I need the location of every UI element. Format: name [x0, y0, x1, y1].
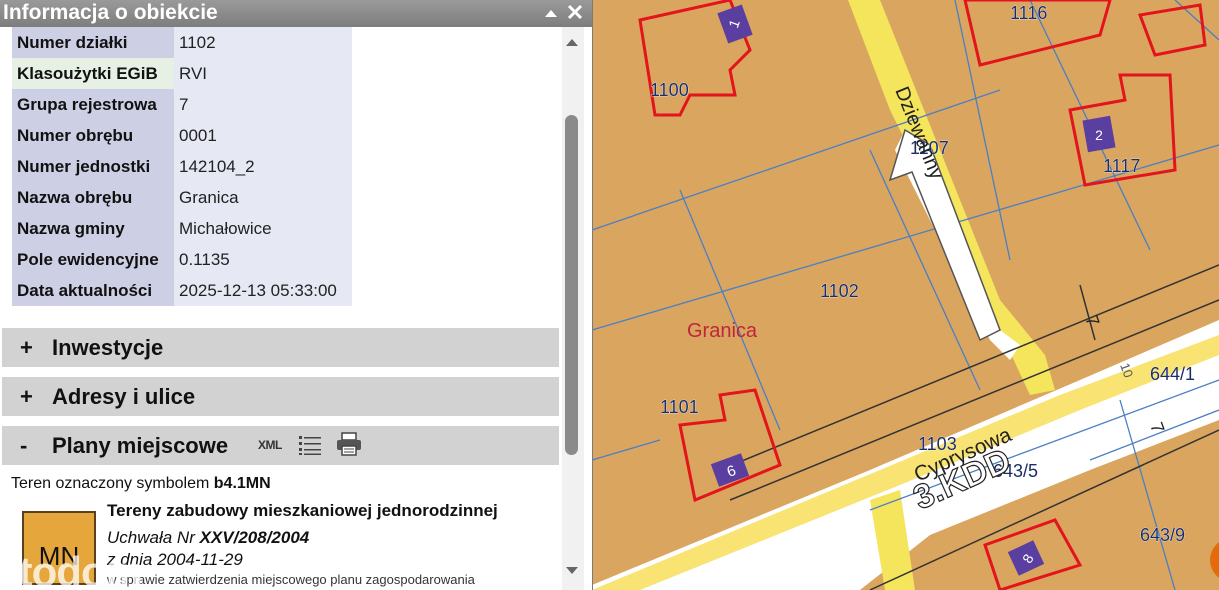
attribute-value: 1102	[174, 27, 352, 58]
collapse-section-icon: -	[20, 433, 28, 458]
attribute-value: 7	[174, 89, 352, 120]
place-label: Granica	[687, 320, 758, 342]
resolution-number[interactable]: XXV/208/2004	[200, 528, 310, 547]
xml-export-icon[interactable]: XML	[258, 438, 282, 452]
section-label: Inwestycje	[52, 335, 164, 360]
close-icon[interactable]	[566, 3, 584, 21]
attribute-row: Nazwa gminy Michałowice	[12, 213, 352, 244]
attribute-label: Nazwa gminy	[12, 213, 174, 244]
collapse-icon[interactable]	[543, 5, 559, 21]
expand-icon: +	[20, 335, 33, 360]
plan-symbol: b4.1MN	[213, 475, 271, 492]
building-number: 2	[1095, 127, 1103, 143]
attribute-label: Numer jednostki	[12, 151, 174, 182]
panel-body: Numer działki 1102 Klasoużytki EGiB RVI …	[0, 27, 562, 590]
resolution-line: Uchwała Nr XXV/208/2004	[107, 528, 309, 548]
attribute-row: Nazwa obrębu Granica	[12, 182, 352, 213]
attribute-value: 0.1135	[174, 244, 352, 275]
scroll-up-icon[interactable]	[566, 39, 578, 46]
parcel-label: 643/9	[1140, 525, 1185, 545]
attribute-value: 142104_2	[174, 151, 352, 182]
parcel-label: 1116	[1010, 3, 1047, 23]
attribute-row: Numer obrębu 0001	[12, 120, 352, 151]
attribute-value: 2025-12-13 05:33:00	[174, 275, 352, 306]
attribute-label: Pole ewidencyjne	[12, 244, 174, 275]
section-inwestycje[interactable]: + Inwestycje	[2, 328, 559, 367]
panel-header: Informacja o obiekcie	[0, 0, 592, 27]
panel-title: Informacja o obiekcie	[3, 1, 218, 24]
attribute-label: Nazwa obrębu	[12, 182, 174, 213]
attribute-row: Numer jednostki 142104_2	[12, 151, 352, 182]
attribute-row: Numer działki 1102	[12, 27, 352, 58]
scroll-thumb[interactable]	[565, 115, 578, 455]
parcel-label: 644/1	[1150, 364, 1195, 384]
section-plany-miejscowe[interactable]: - Plany miejscowe XML	[2, 426, 559, 465]
scroll-down-icon[interactable]	[566, 567, 578, 574]
attribute-value: RVI	[174, 58, 352, 89]
parcel-label: 1100	[650, 80, 689, 100]
section-label: Plany miejscowe	[52, 433, 229, 458]
parcel-label: 1101	[660, 397, 699, 417]
section-label: Adresy i ulice	[52, 384, 196, 409]
attribute-value: Michałowice	[174, 213, 352, 244]
section-adresy-i-ulice[interactable]: + Adresy i ulice	[2, 377, 559, 416]
plan-name: Tereny zabudowy mieszkaniowej jednorodzi…	[107, 501, 498, 520]
symbol-line: Teren oznaczony symbolem b4.1MN	[11, 475, 271, 493]
parcel-label: 1102	[820, 281, 859, 301]
attribute-label: Numer obrębu	[12, 120, 174, 151]
attribute-label: Numer działki	[12, 27, 174, 58]
attribute-label: Data aktualności	[12, 275, 174, 306]
print-icon[interactable]	[336, 432, 362, 456]
attribute-row: Grupa rejestrowa 7	[12, 89, 352, 120]
attribute-value: Granica	[174, 182, 352, 213]
attribute-row: Pole ewidencyjne 0.1135	[12, 244, 352, 275]
resolution-subject: w sprawie zatwierdzenia miejscowego plan…	[107, 572, 475, 587]
resolution-prefix: Uchwała Nr	[107, 528, 195, 547]
symbol-prefix: Teren oznaczony symbolem	[11, 475, 210, 492]
panel-scrollbar[interactable]	[562, 27, 584, 590]
list-icon[interactable]	[298, 434, 322, 456]
info-panel: Informacja o obiekcie Numer działki 1102…	[0, 0, 593, 590]
watermark-logo: otodom	[0, 548, 143, 590]
attribute-label: Grupa rejestrowa	[12, 89, 174, 120]
attribute-row: Klasoużytki EGiB RVI	[12, 58, 352, 89]
parcel-label: 1117	[1103, 156, 1140, 176]
attribute-label: Klasoużytki EGiB	[12, 58, 174, 89]
attribute-row: Data aktualności 2025-12-13 05:33:00	[12, 275, 352, 306]
expand-icon: +	[20, 384, 33, 409]
attribute-value: 0001	[174, 120, 352, 151]
